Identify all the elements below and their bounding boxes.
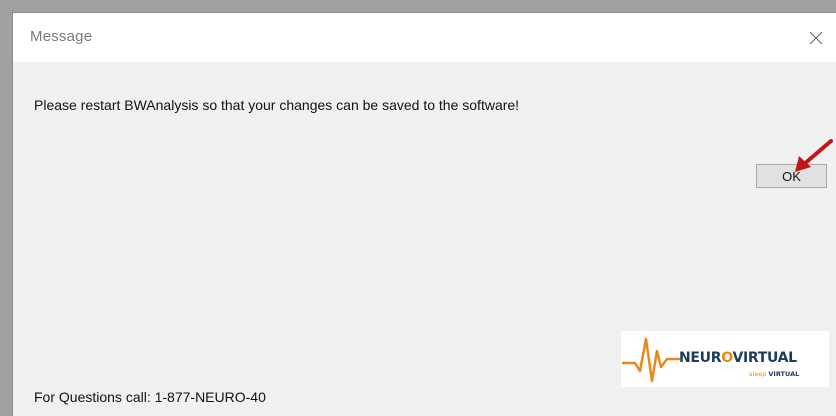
logo-wordmark-part: NEUR bbox=[679, 350, 722, 366]
logo-tagline: sleep VIRTUAL bbox=[749, 370, 799, 378]
close-icon bbox=[809, 31, 823, 44]
logo-wordmark-o: O bbox=[721, 350, 733, 366]
message-dialog: Message Please restart BWAnalysis so tha… bbox=[12, 12, 836, 416]
logo-tagline-b: VIRTUAL bbox=[768, 370, 800, 378]
logo-wordmark: NEUROVIRTUAL bbox=[679, 350, 797, 366]
support-phone-text: For Questions call: 1-877-NEURO-40 bbox=[34, 389, 266, 405]
title-bar: Message bbox=[13, 13, 836, 62]
neurovirtual-logo: NEUROVIRTUAL sleep VIRTUAL bbox=[621, 331, 829, 387]
close-button[interactable] bbox=[796, 13, 836, 62]
message-text: Please restart BWAnalysis so that your c… bbox=[34, 97, 520, 113]
waveform-icon bbox=[621, 337, 681, 383]
logo-wordmark-part: VIRTUAL bbox=[732, 350, 797, 366]
dialog-title: Message bbox=[30, 28, 93, 45]
background: Message Please restart BWAnalysis so tha… bbox=[0, 0, 836, 416]
pointer-arrow-icon bbox=[795, 139, 833, 172]
logo-tagline-a: sleep bbox=[749, 370, 769, 378]
